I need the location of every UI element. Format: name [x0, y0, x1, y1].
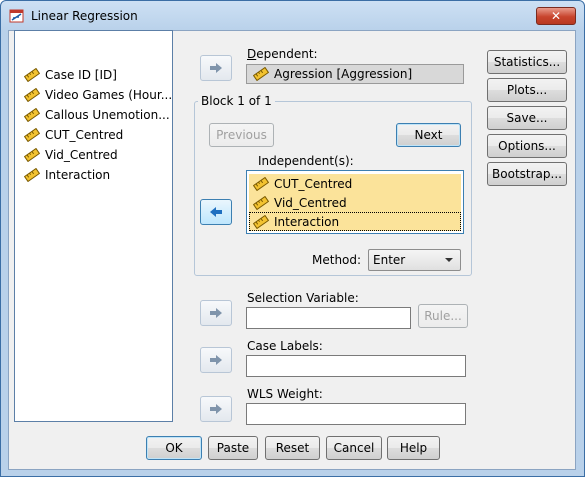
- arrow-right-icon: [210, 355, 222, 365]
- ruler-icon: [24, 128, 40, 142]
- wls-weight-field[interactable]: [246, 403, 466, 425]
- plots-button[interactable]: Plots...: [487, 78, 567, 102]
- case-labels-field[interactable]: [246, 355, 466, 377]
- ruler-icon: [24, 148, 40, 162]
- window-title: Linear Regression: [31, 9, 138, 23]
- dependent-value: Agression [Aggression]: [274, 67, 413, 81]
- variable-item[interactable]: Vid_Centred: [24, 146, 118, 164]
- variable-label: Callous Unemotion...: [45, 108, 170, 122]
- ruler-icon: [253, 67, 269, 81]
- independent-label-text: Vid_Centred: [274, 195, 347, 210]
- variable-item[interactable]: Case ID [ID]: [24, 66, 117, 84]
- move-to-dependent-button[interactable]: [200, 55, 232, 81]
- previous-button[interactable]: Previous: [209, 123, 274, 147]
- paste-button[interactable]: Paste: [208, 436, 258, 460]
- method-value: Enter: [373, 253, 406, 267]
- options-button[interactable]: Options...: [487, 134, 567, 158]
- method-select[interactable]: Enter: [368, 249, 461, 271]
- arrow-right-icon: [210, 404, 222, 414]
- dependent-label: Dependent:: [247, 47, 318, 61]
- arrow-right-icon: [210, 308, 222, 318]
- ruler-icon: [253, 214, 269, 229]
- variable-label: Video Games (Hour...: [45, 88, 173, 102]
- move-wls-weight-button[interactable]: [200, 396, 232, 422]
- variable-item[interactable]: Interaction: [24, 166, 110, 184]
- wls-weight-label: WLS Weight:: [247, 387, 323, 401]
- block-title: Block 1 of 1: [198, 94, 275, 108]
- independent-list[interactable]: CUT_Centred Vid_Centred Interaction: [246, 170, 464, 234]
- move-case-labels-button[interactable]: [200, 347, 232, 373]
- variable-label: CUT_Centred: [45, 128, 124, 142]
- arrow-left-icon: [210, 207, 222, 217]
- ruler-icon: [24, 108, 40, 122]
- regression-app-icon: [9, 9, 24, 23]
- reset-button[interactable]: Reset: [265, 436, 320, 460]
- save-button[interactable]: Save...: [487, 106, 567, 130]
- next-button[interactable]: Next: [396, 123, 461, 147]
- dependent-field[interactable]: Agression [Aggression]: [246, 64, 464, 84]
- arrow-right-icon: [210, 63, 222, 73]
- ruler-icon: [24, 168, 40, 182]
- close-button[interactable]: ✕: [536, 7, 576, 25]
- independent-item[interactable]: Vid_Centred: [249, 193, 461, 212]
- independent-label-text: CUT_Centred: [274, 176, 353, 191]
- ruler-icon: [24, 68, 40, 82]
- variable-item[interactable]: CUT_Centred: [24, 126, 123, 144]
- method-label: Method:: [312, 253, 362, 267]
- variable-label: Vid_Centred: [45, 148, 118, 162]
- statistics-button[interactable]: Statistics...: [487, 50, 567, 74]
- bootstrap-button[interactable]: Bootstrap...: [487, 162, 567, 186]
- help-button[interactable]: Help: [387, 436, 440, 460]
- chevron-down-icon: [445, 258, 453, 262]
- independent-item[interactable]: CUT_Centred: [249, 174, 461, 193]
- move-independent-button[interactable]: [200, 199, 232, 225]
- independent-item[interactable]: Interaction: [249, 212, 461, 231]
- variable-label: Interaction: [45, 168, 111, 182]
- independent-label: Independent(s):: [258, 154, 354, 168]
- ruler-icon: [253, 195, 269, 210]
- variable-item[interactable]: Video Games (Hour...: [24, 86, 172, 104]
- ruler-icon: [253, 176, 269, 191]
- rule-button[interactable]: Rule...: [418, 304, 468, 328]
- selection-variable-field[interactable]: [246, 307, 411, 329]
- ruler-icon: [24, 88, 40, 102]
- title-bar[interactable]: Linear Regression ✕: [1, 1, 584, 31]
- move-selection-variable-button[interactable]: [200, 300, 232, 326]
- ok-button[interactable]: OK: [146, 436, 202, 460]
- independent-label-text: Interaction: [274, 214, 340, 229]
- variable-item[interactable]: Callous Unemotion...: [24, 106, 170, 124]
- cancel-button[interactable]: Cancel: [326, 436, 382, 460]
- selection-variable-label: Selection Variable:: [247, 291, 359, 305]
- case-labels-label: Case Labels:: [247, 339, 323, 353]
- variable-label: Case ID [ID]: [45, 68, 117, 82]
